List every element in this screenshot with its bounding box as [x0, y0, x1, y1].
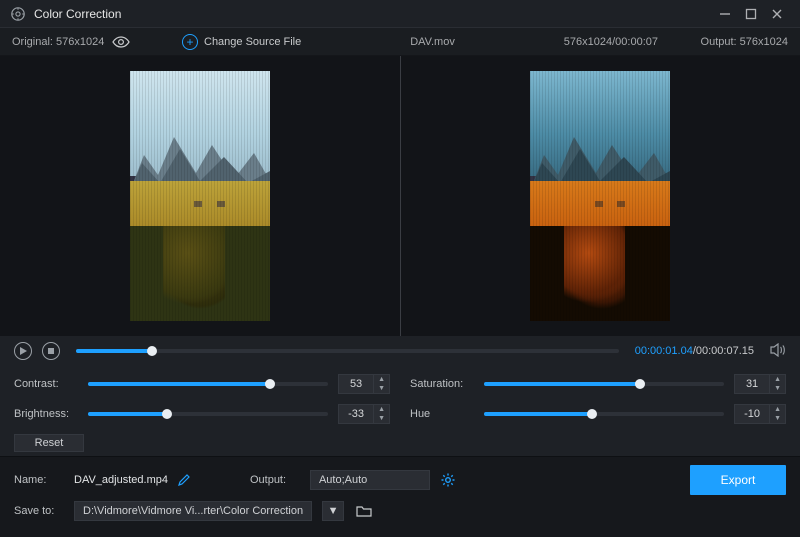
save-path-dropdown[interactable]: ▼ [322, 501, 344, 521]
contrast-slider[interactable] [88, 382, 328, 386]
stop-button[interactable] [42, 342, 60, 360]
current-time: 00:00:01.04 [635, 345, 693, 357]
plus-icon: + [182, 34, 198, 50]
hue-group: Hue ▲▼ [410, 404, 786, 424]
saturation-group: Saturation: ▲▼ [410, 374, 786, 394]
hue-label: Hue [410, 408, 474, 420]
original-thumb [130, 71, 270, 321]
output-settings-icon[interactable] [440, 472, 456, 488]
preview-area [0, 56, 800, 336]
spin-up-icon[interactable]: ▲ [374, 375, 389, 384]
seek-slider[interactable] [76, 349, 619, 353]
change-source-button[interactable]: + Change Source File [182, 34, 301, 50]
contrast-group: Contrast: ▲▼ [14, 374, 390, 394]
info-bar: Original: 576x1024 + Change Source File … [0, 28, 800, 56]
spin-down-icon[interactable]: ▼ [374, 414, 389, 423]
export-button[interactable]: Export [690, 465, 786, 495]
output-thumb [530, 71, 670, 321]
output-dimensions: Output: 576x1024 [668, 36, 788, 48]
original-preview [0, 56, 400, 336]
app-icon [10, 6, 26, 22]
close-button[interactable] [764, 4, 790, 24]
hue-value[interactable] [735, 408, 769, 420]
output-label: Output: [250, 474, 300, 486]
output-format-select[interactable]: Auto;Auto [310, 470, 430, 490]
transport-bar: 00:00:01.04/00:00:07.15 [0, 336, 800, 366]
spin-up-icon[interactable]: ▲ [374, 405, 389, 414]
change-source-label: Change Source File [204, 36, 301, 48]
brightness-spinner[interactable]: ▲▼ [338, 404, 390, 424]
seek-fill [76, 349, 152, 353]
saturation-slider[interactable] [484, 382, 724, 386]
name-value: DAV_adjusted.mp4 [74, 474, 168, 486]
saturation-value[interactable] [735, 378, 769, 390]
play-button[interactable] [14, 342, 32, 360]
original-dimensions: Original: 576x1024 [12, 36, 104, 48]
source-filename: DAV.mov [410, 36, 455, 48]
name-label: Name: [14, 474, 64, 486]
hue-slider[interactable] [484, 412, 724, 416]
spin-down-icon[interactable]: ▼ [374, 384, 389, 393]
contrast-label: Contrast: [14, 378, 78, 390]
brightness-value[interactable] [339, 408, 373, 420]
brightness-group: Brightness: ▲▼ [14, 404, 390, 424]
output-preview [401, 56, 800, 336]
save-path-field[interactable]: D:\Vidmore\Vidmore Vi...rter\Color Corre… [74, 501, 312, 521]
save-to-label: Save to: [14, 505, 64, 517]
save-path-value: D:\Vidmore\Vidmore Vi...rter\Color Corre… [83, 505, 303, 517]
footer-panel: Name: DAV_adjusted.mp4 Output: Auto;Auto… [0, 456, 800, 537]
maximize-button[interactable] [738, 4, 764, 24]
window-title: Color Correction [34, 7, 121, 21]
contrast-spinner[interactable]: ▲▼ [338, 374, 390, 394]
brightness-label: Brightness: [14, 408, 78, 420]
timecode: 00:00:01.04/00:00:07.15 [635, 345, 754, 357]
spin-up-icon[interactable]: ▲ [770, 405, 785, 414]
reset-button[interactable]: Reset [14, 434, 84, 452]
spin-down-icon[interactable]: ▼ [770, 384, 785, 393]
open-folder-icon[interactable] [354, 501, 374, 521]
source-dims-duration: 576x1024/00:00:07 [564, 36, 658, 48]
preview-toggle-icon[interactable] [112, 33, 130, 51]
volume-icon[interactable] [770, 343, 786, 359]
output-format-value: Auto;Auto [319, 474, 367, 486]
seek-knob[interactable] [147, 346, 157, 356]
adjustments-panel: Contrast: ▲▼ Saturation: ▲▼ Brightness: [0, 366, 800, 456]
edit-name-icon[interactable] [178, 474, 190, 486]
spin-up-icon[interactable]: ▲ [770, 375, 785, 384]
hue-spinner[interactable]: ▲▼ [734, 404, 786, 424]
saturation-spinner[interactable]: ▲▼ [734, 374, 786, 394]
brightness-slider[interactable] [88, 412, 328, 416]
total-time: /00:00:07.15 [693, 345, 754, 357]
contrast-value[interactable] [339, 378, 373, 390]
saturation-label: Saturation: [410, 378, 474, 390]
minimize-button[interactable] [712, 4, 738, 24]
title-bar: Color Correction [0, 0, 800, 28]
spin-down-icon[interactable]: ▼ [770, 414, 785, 423]
